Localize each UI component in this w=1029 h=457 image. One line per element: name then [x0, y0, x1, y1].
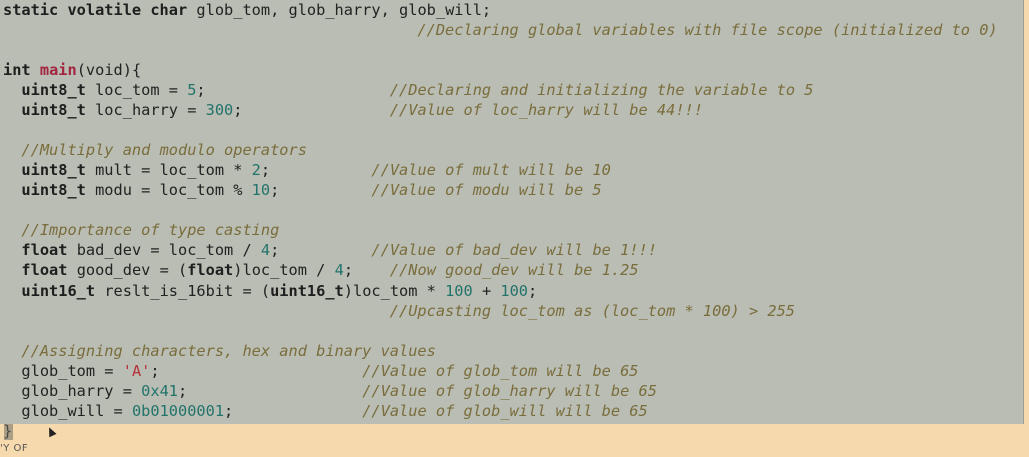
- code-token: ;: [528, 282, 538, 300]
- code-token: //Value of glob_harry will be 65: [362, 382, 657, 400]
- code-line[interactable]: //Assigning characters, hex and binary v…: [3, 341, 436, 361]
- code-line[interactable]: //Declaring global variables with file s…: [3, 20, 998, 40]
- code-token: 0x41: [141, 382, 178, 400]
- mouse-pointer-icon: [45, 425, 57, 438]
- code-token: main: [39, 61, 77, 79]
- code-line[interactable]: uint8_t modu = loc_tom % 10; //Value of …: [3, 180, 602, 200]
- code-token: //Value of modu will be 5: [371, 181, 602, 199]
- code-token: uint8_t: [21, 181, 86, 199]
- code-token: ;: [150, 362, 363, 380]
- code-line[interactable]: //Importance of type casting: [3, 220, 279, 240]
- code-token: ;: [260, 161, 372, 179]
- code-token: //Now good_dev will be 1.25: [389, 261, 639, 279]
- code-token: reslt_is_16bit = (: [95, 282, 271, 300]
- code-line[interactable]: uint16_t reslt_is_16bit = (uint16_t)loc_…: [3, 281, 537, 301]
- code-token: //Upcasting loc_tom as (loc_tom * 100) >…: [3, 302, 796, 320]
- code-token: ;: [270, 241, 372, 259]
- code-token: 4: [334, 261, 344, 279]
- code-editor[interactable]: static volatile char glob_tom, glob_harr…: [0, 0, 1024, 440]
- code-token: float: [187, 261, 234, 279]
- code-token: (void){: [76, 61, 142, 79]
- code-token: 2: [251, 161, 261, 179]
- code-token: //Declaring global variables with file s…: [3, 21, 998, 39]
- code-token: 100: [445, 282, 473, 300]
- code-token: 0b01000001: [131, 402, 225, 420]
- code-token: bad_dev = loc_tom /: [67, 241, 261, 259]
- code-token: modu = loc_tom %: [85, 181, 252, 199]
- code-token: ;: [270, 181, 372, 199]
- code-line[interactable]: static volatile char glob_tom, glob_harr…: [3, 0, 491, 20]
- code-line[interactable]: //Multiply and modulo operators: [3, 140, 307, 160]
- code-line[interactable]: float bad_dev = loc_tom / 4; //Value of …: [3, 240, 657, 260]
- code-token: uint8_t: [21, 161, 86, 179]
- code-token: //Value of glob_tom will be 65: [362, 362, 639, 380]
- code-token: //Multiply and modulo operators: [21, 141, 307, 159]
- code-token: 100: [500, 282, 529, 300]
- code-token: ;: [233, 101, 390, 119]
- code-token: )loc_tom /: [233, 261, 335, 279]
- code-token: ;: [343, 261, 390, 279]
- code-token: 'A': [122, 362, 151, 380]
- code-token: //Value of glob_will will be 65: [362, 402, 648, 420]
- code-line[interactable]: uint8_t loc_harry = 300; //Value of loc_…: [3, 100, 703, 120]
- code-token: loc_harry =: [85, 101, 206, 119]
- code-token: ;: [178, 382, 363, 400]
- background-text-fragment: 'Y OF: [0, 443, 29, 454]
- code-token: good_dev = (: [67, 261, 188, 279]
- code-token: mult = loc_tom *: [85, 161, 252, 179]
- code-token: float: [21, 261, 68, 279]
- code-token: //Importance of type casting: [21, 221, 280, 239]
- code-token: glob_harry =: [3, 382, 142, 400]
- code-token: glob_will =: [3, 402, 132, 420]
- code-token: //Assigning characters, hex and binary v…: [21, 342, 436, 360]
- code-token: static volatile char: [3, 1, 188, 19]
- code-line[interactable]: //Upcasting loc_tom as (loc_tom * 100) >…: [3, 301, 795, 321]
- code-line[interactable]: uint8_t mult = loc_tom * 2; //Value of m…: [3, 160, 611, 180]
- code-token: )loc_tom *: [343, 282, 446, 300]
- code-token: glob_tom =: [3, 362, 123, 380]
- code-line[interactable]: glob_tom = 'A'; //Value of glob_tom will…: [3, 361, 639, 381]
- code-token: ;: [224, 402, 363, 420]
- code-line[interactable]: glob_will = 0b01000001; //Value of glob_…: [3, 401, 648, 421]
- code-token: //Value of bad_dev will be 1!!!: [371, 241, 657, 259]
- code-line[interactable]: float good_dev = (float)loc_tom / 4; //N…: [3, 260, 639, 280]
- code-token: glob_tom, glob_harry, glob_will;: [187, 1, 492, 19]
- code-line[interactable]: glob_harry = 0x41; //Value of glob_harry…: [3, 381, 657, 401]
- code-token: //Value of loc_harry will be 44!!!: [389, 101, 703, 119]
- code-token: uint8_t: [21, 81, 86, 99]
- code-token: float: [21, 241, 68, 259]
- code-token: ;: [196, 81, 390, 99]
- code-token: 300: [205, 101, 234, 119]
- text-cursor: [4, 424, 13, 440]
- code-token: 4: [260, 241, 271, 259]
- code-line[interactable]: uint8_t loc_tom = 5; //Declaring and ini…: [3, 80, 813, 100]
- code-token: int: [3, 61, 31, 79]
- code-token: //Value of mult will be 10: [371, 161, 611, 179]
- code-token: +: [472, 282, 501, 300]
- code-token: //Declaring and initializing the variabl…: [389, 81, 814, 99]
- code-token: loc_tom =: [85, 81, 188, 99]
- code-token: uint8_t: [21, 101, 86, 119]
- code-token: uint16_t: [270, 282, 344, 300]
- code-token: 10: [251, 181, 271, 199]
- code-line[interactable]: int main(void){: [3, 60, 141, 80]
- code-token: uint16_t: [21, 282, 96, 300]
